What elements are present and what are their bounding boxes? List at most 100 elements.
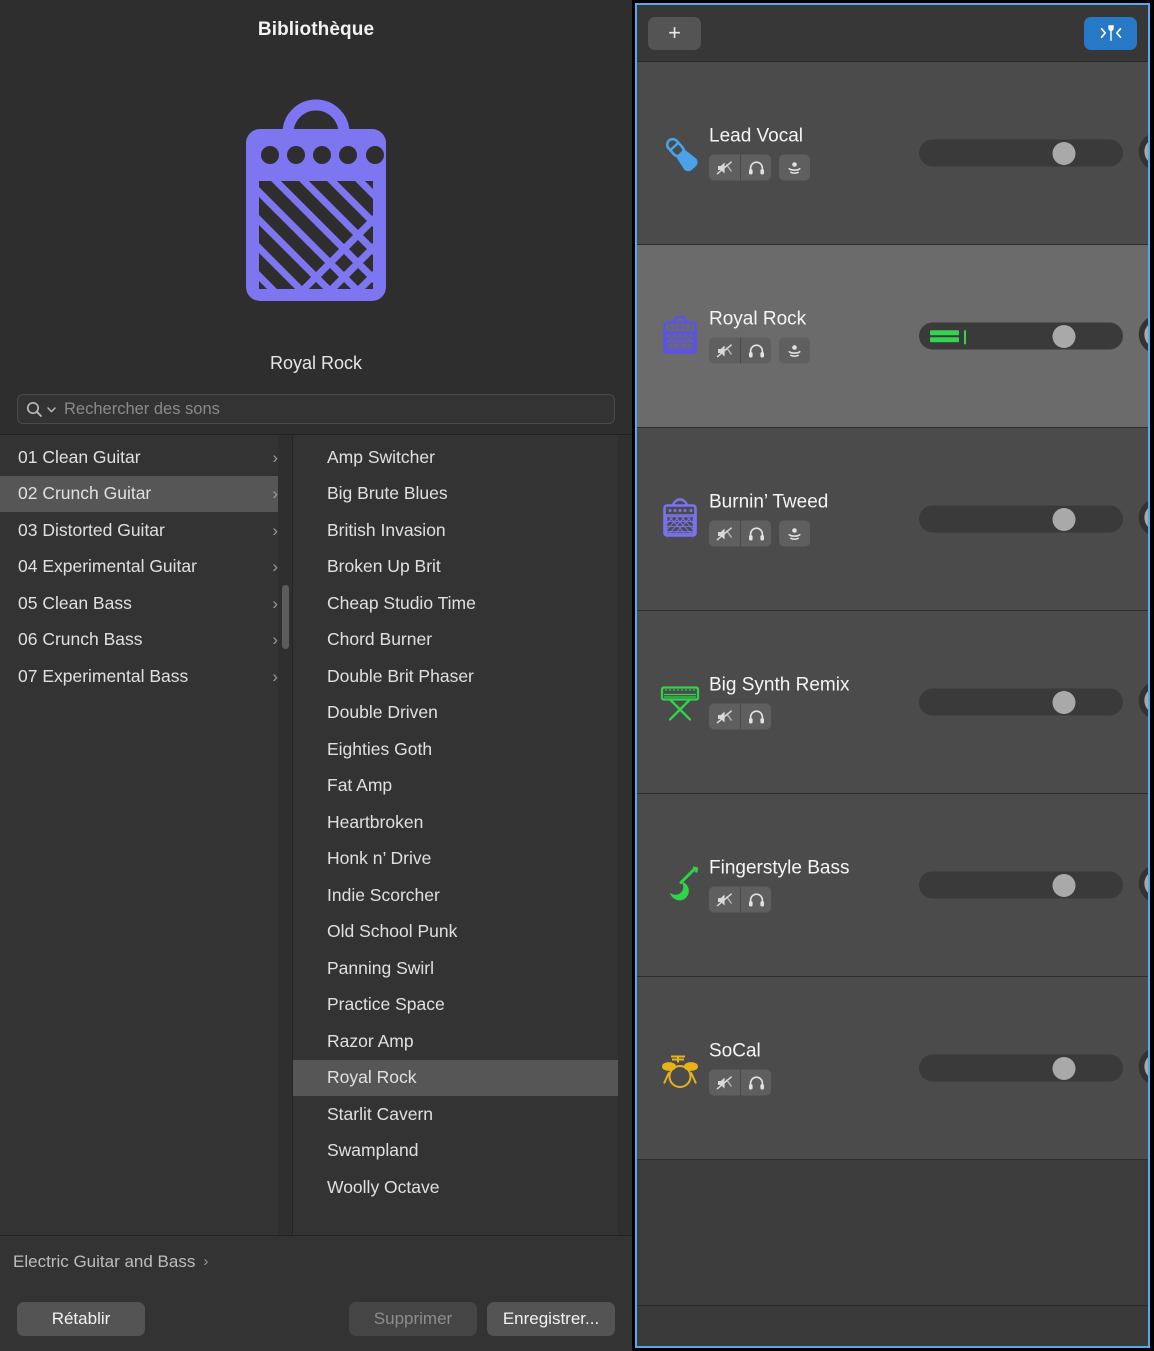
category-row[interactable]: 03 Distorted Guitar› [0, 512, 292, 549]
library-panel: Bibliothèque [0, 0, 632, 1351]
patch-label: Big Brute Blues [327, 483, 448, 504]
pan-knob[interactable] [1136, 861, 1148, 905]
reset-button[interactable]: Rétablir [17, 1302, 145, 1336]
patch-label: Fat Amp [327, 775, 392, 796]
pan-knob[interactable] [1136, 129, 1148, 173]
volume-slider-thumb[interactable] [1052, 874, 1075, 897]
solo-headphones-button[interactable] [740, 704, 771, 730]
category-row[interactable]: 02 Crunch Guitar› [0, 476, 292, 513]
pan-knob[interactable] [1136, 312, 1148, 356]
mute-button[interactable] [709, 155, 740, 181]
patch-label: Eighties Goth [327, 739, 432, 760]
volume-slider-thumb[interactable] [1052, 1057, 1075, 1080]
patch-row[interactable]: British Invasion [293, 512, 632, 549]
solo-headphones-button[interactable] [740, 887, 771, 913]
patch-row[interactable]: Honk n’ Drive [293, 841, 632, 878]
patch-row[interactable]: Double Brit Phaser [293, 658, 632, 695]
volume-slider-thumb[interactable] [1052, 142, 1075, 165]
track-icon[interactable] [651, 862, 709, 908]
track-row[interactable]: Lead Vocal [637, 62, 1148, 245]
patch-row[interactable]: Broken Up Brit [293, 549, 632, 586]
pan-knob-wrap[interactable] [1136, 1044, 1148, 1093]
pan-knob[interactable] [1136, 495, 1148, 539]
track-row[interactable]: Fingerstyle Bass [637, 794, 1148, 977]
category-scroll-gutter[interactable] [278, 435, 292, 1235]
pan-knob-wrap[interactable] [1136, 312, 1148, 361]
solo-headphones-button[interactable] [740, 521, 771, 547]
mute-button[interactable] [709, 1070, 740, 1096]
pan-knob-wrap[interactable] [1136, 495, 1148, 544]
patch-label: Amp Switcher [327, 447, 435, 468]
mute-icon [715, 708, 734, 725]
category-row[interactable]: 06 Crunch Bass› [0, 622, 292, 659]
pan-knob-wrap[interactable] [1136, 861, 1148, 910]
patch-row[interactable]: Fat Amp [293, 768, 632, 805]
record-enable-button[interactable] [779, 338, 810, 364]
patch-row[interactable]: Razor Amp [293, 1023, 632, 1060]
mute-button[interactable] [709, 704, 740, 730]
volume-slider[interactable] [919, 323, 1123, 350]
record-enable-button[interactable] [779, 521, 810, 547]
track-row-content: Lead Vocal [637, 126, 1148, 181]
pan-knob[interactable] [1136, 1044, 1148, 1088]
patch-row[interactable]: Panning Swirl [293, 950, 632, 987]
category-row[interactable]: 07 Experimental Bass› [0, 658, 292, 695]
plus-icon: + [668, 22, 681, 44]
track-row[interactable]: SoCal [637, 977, 1148, 1160]
volume-slider[interactable] [919, 506, 1123, 533]
solo-headphones-button[interactable] [740, 1070, 771, 1096]
patch-row[interactable]: Swampland [293, 1133, 632, 1170]
volume-slider[interactable] [919, 1055, 1123, 1082]
pan-knob-wrap[interactable] [1136, 129, 1148, 178]
solo-headphones-button[interactable] [740, 155, 771, 181]
tuner-button[interactable] [1084, 17, 1137, 50]
app-window: Bibliothèque [0, 0, 1154, 1351]
patch-row[interactable]: Old School Punk [293, 914, 632, 951]
patch-row[interactable]: Eighties Goth [293, 731, 632, 768]
volume-slider[interactable] [919, 689, 1123, 716]
search-input[interactable] [60, 400, 606, 419]
save-button[interactable]: Enregistrer... [487, 1302, 615, 1336]
category-row[interactable]: 01 Clean Guitar› [0, 439, 292, 476]
patch-row[interactable]: Practice Space [293, 987, 632, 1024]
patch-row[interactable]: Heartbroken [293, 804, 632, 841]
patch-row[interactable]: Amp Switcher [293, 439, 632, 476]
patch-row[interactable]: Woolly Octave [293, 1169, 632, 1206]
track-icon[interactable] [651, 130, 709, 176]
add-track-button[interactable]: + [648, 17, 701, 50]
mute-button[interactable] [709, 521, 740, 547]
volume-slider-thumb[interactable] [1052, 691, 1075, 714]
volume-slider-thumb[interactable] [1052, 325, 1075, 348]
volume-slider[interactable] [919, 140, 1123, 167]
volume-slider-thumb[interactable] [1052, 508, 1075, 531]
track-icon[interactable] [651, 679, 709, 725]
mute-button[interactable] [709, 338, 740, 364]
pan-knob[interactable] [1136, 678, 1148, 722]
pan-knob-wrap[interactable] [1136, 678, 1148, 727]
patch-scroll-gutter[interactable] [618, 435, 632, 1235]
category-label: 02 Crunch Guitar [18, 483, 151, 504]
category-row[interactable]: 05 Clean Bass› [0, 585, 292, 622]
patch-row[interactable]: Cheap Studio Time [293, 585, 632, 622]
patch-row[interactable]: Double Driven [293, 695, 632, 732]
solo-headphones-button[interactable] [740, 338, 771, 364]
volume-slider[interactable] [919, 872, 1123, 899]
patch-row[interactable]: Chord Burner [293, 622, 632, 659]
track-row[interactable]: Royal Rock [637, 245, 1148, 428]
patch-row[interactable]: Big Brute Blues [293, 476, 632, 513]
category-scrollbar-thumb[interactable] [282, 585, 289, 649]
track-row[interactable]: Big Synth Remix [637, 611, 1148, 794]
breadcrumb[interactable]: Electric Guitar and Bass › [0, 1235, 632, 1287]
patch-row[interactable]: Starlit Cavern [293, 1096, 632, 1133]
patch-row[interactable]: Royal Rock [293, 1060, 632, 1097]
track-row[interactable]: Burnin’ Tweed [637, 428, 1148, 611]
patch-row[interactable]: Indie Scorcher [293, 877, 632, 914]
search-box[interactable] [17, 394, 615, 424]
record-enable-button[interactable] [779, 155, 810, 181]
track-icon[interactable] [651, 313, 709, 359]
category-row[interactable]: 04 Experimental Guitar› [0, 549, 292, 586]
track-icon[interactable] [651, 1045, 709, 1091]
mute-button[interactable] [709, 887, 740, 913]
chevron-down-icon[interactable] [46, 404, 57, 415]
track-icon[interactable] [651, 496, 709, 542]
